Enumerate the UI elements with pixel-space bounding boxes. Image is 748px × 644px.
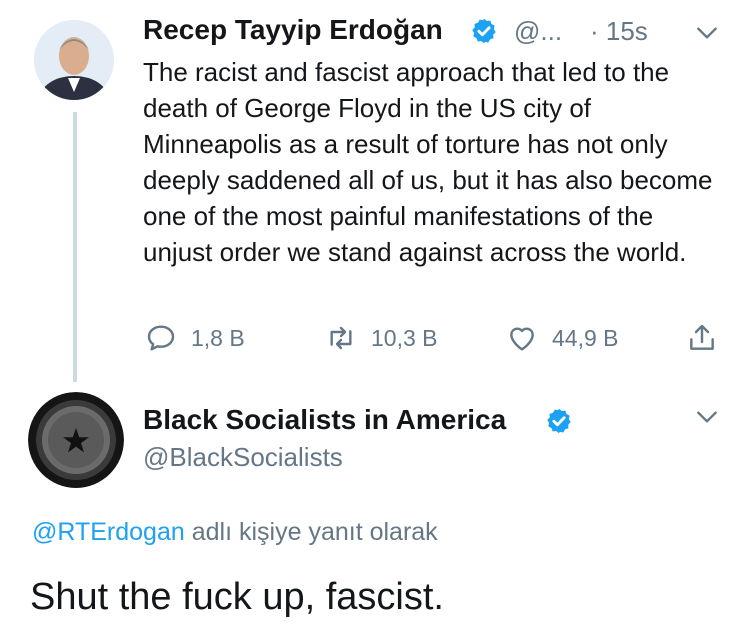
chevron-down-icon[interactable] [694,404,720,430]
chevron-down-icon[interactable] [694,20,720,46]
handle[interactable]: @... [514,16,562,47]
verified-badge-icon [472,18,496,44]
display-name[interactable]: Black Socialists in America [143,404,506,436]
reply-text: Shut the fuck up, fascist. [30,576,444,618]
reply-to-handle[interactable]: @RTErdogan [32,518,185,546]
display-name[interactable]: Recep Tayyip Erdoğan [143,14,443,46]
verified-badge-icon [547,408,571,434]
retweet-action[interactable]: 10,3 B [325,322,438,354]
reply-context: @RTErdogan adlı kişiye yanıt olarak [32,518,438,547]
share-action[interactable] [686,322,718,354]
handle[interactable]: @BlackSocialists [143,442,343,473]
avatar-erdogan[interactable] [34,20,114,100]
like-count: 44,9 B [552,324,619,351]
reply-count: 1,8 B [191,324,245,351]
share-icon [690,324,714,350]
tweet-text: The racist and fascist approach that led… [143,57,713,267]
reply-icon [147,325,175,351]
avatar-black-socialists[interactable] [28,392,124,488]
retweet-count: 10,3 B [371,324,438,351]
like-icon [510,327,534,351]
retweet-icon [330,326,352,350]
thread-line [73,112,77,382]
timestamp[interactable]: · 15s [590,16,648,47]
reply-action[interactable]: 1,8 B [145,322,245,354]
reply-to-suffix: adlı kişiye yanıt olarak [191,518,438,546]
like-action[interactable]: 44,9 B [506,322,619,354]
